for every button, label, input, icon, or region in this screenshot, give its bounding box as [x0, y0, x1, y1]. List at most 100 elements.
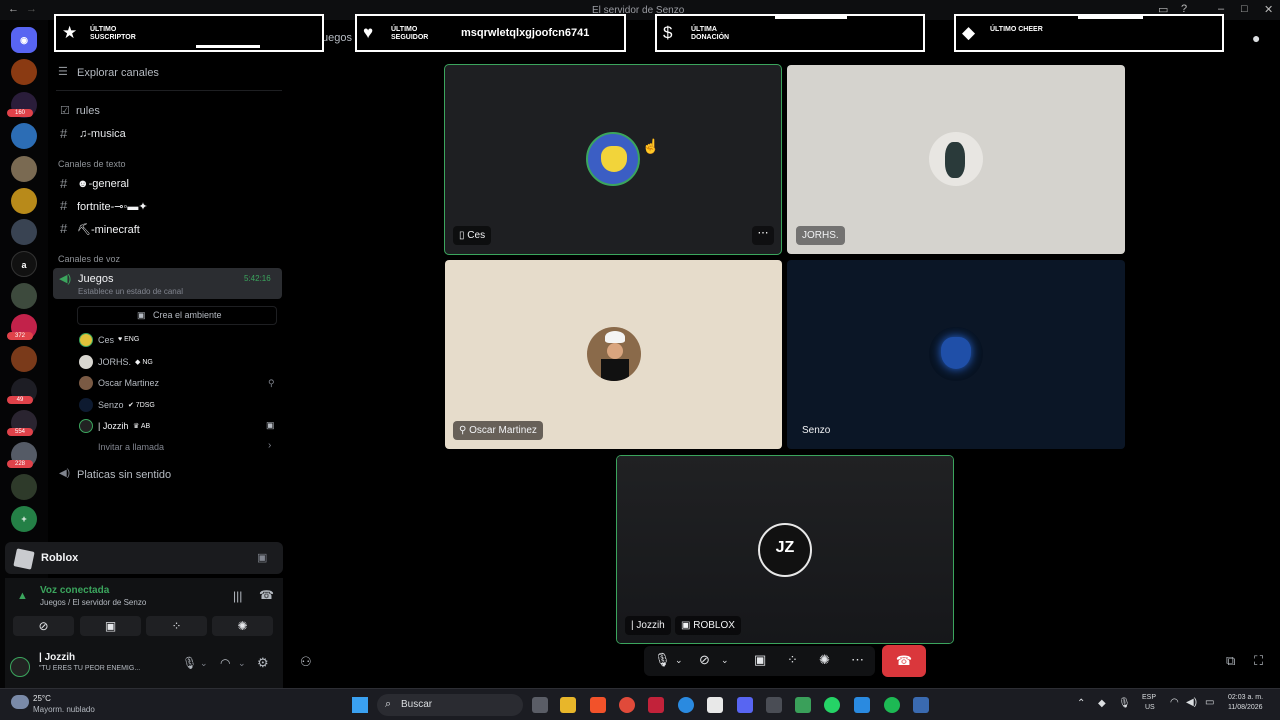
voice-channel-platicas[interactable]: Platicas sin sentido [77, 469, 171, 481]
explore-channels-link[interactable]: Explorar canales [77, 67, 159, 79]
server-icon[interactable] [11, 156, 37, 182]
microphone-icon[interactable]: 🎙 [182, 656, 197, 670]
clock-time[interactable]: 02:03 a. m. [1228, 694, 1263, 701]
weather-condition[interactable]: Mayorm. nublado [33, 705, 95, 714]
participant-tile-jorhs[interactable]: JORHS. [787, 65, 1125, 254]
app-icon[interactable] [913, 697, 929, 713]
server-letter-icon[interactable]: a [11, 251, 37, 277]
microphone-icon[interactable]: 🎙 [654, 652, 671, 668]
whatsapp-icon[interactable] [824, 697, 840, 713]
member-avatar [79, 419, 93, 433]
weather-icon[interactable] [11, 695, 29, 709]
chrome-icon[interactable] [619, 697, 635, 713]
screen-share-button[interactable]: ▣ [80, 616, 141, 636]
server-icon[interactable] [11, 123, 37, 149]
participant-tile-jozzih[interactable]: JZ | Jozzih ▣ ROBLOX [617, 456, 953, 643]
back-arrow-icon[interactable]: ← [8, 3, 19, 15]
task-view-icon[interactable] [532, 697, 548, 713]
volume-icon[interactable]: ◀) [1186, 697, 1197, 708]
compass-icon: ☰ [58, 66, 68, 78]
participant-tile-senzo[interactable]: Senzo [787, 260, 1125, 449]
user-avatar[interactable] [10, 657, 30, 677]
activity-panel[interactable]: Roblox ▣ [5, 542, 283, 574]
close-icon[interactable]: ✕ [1264, 3, 1273, 16]
server-icon[interactable] [11, 219, 37, 245]
chevron-down-icon[interactable]: ⌄ [238, 658, 246, 669]
store-icon[interactable] [707, 697, 723, 713]
server-icon[interactable] [11, 59, 37, 85]
member-jozzih[interactable]: | Jozzih [98, 421, 128, 431]
member-senzo[interactable]: Senzo [98, 400, 124, 410]
tray-chevron-up-icon[interactable]: ⌃ [1077, 698, 1085, 709]
channel-minecraft[interactable]: ⛏-minecraft [77, 223, 140, 236]
file-explorer-icon[interactable] [560, 697, 576, 713]
noise-suppression-icon[interactable]: ||| [233, 589, 242, 603]
fullscreen-icon[interactable]: ⛶ [1254, 653, 1263, 669]
adobe-icon[interactable] [648, 697, 664, 713]
settings-gear-icon[interactable]: ⚙ [257, 655, 269, 671]
edge-icon[interactable] [678, 697, 694, 713]
keyboard-layout[interactable]: US [1145, 704, 1155, 711]
member-oscar[interactable]: Oscar Martinez [98, 378, 159, 388]
camera-off-button[interactable]: ⊘ [13, 616, 74, 636]
more-options-icon[interactable]: ⋯ [851, 652, 864, 668]
brave-browser-icon[interactable] [590, 697, 606, 713]
voice-channel-juegos[interactable]: ◀) Juegos 5:42:16 Establece un estado de… [53, 268, 282, 299]
tray-app-icon[interactable]: ◆ [1098, 698, 1106, 709]
language-code[interactable]: ESP [1142, 694, 1156, 701]
member-ces[interactable]: Ces [98, 335, 114, 345]
participant-tile-ces[interactable]: ▯ Ces ⋯ [445, 65, 781, 254]
activity-popout-icon[interactable]: ▣ [257, 551, 267, 564]
server-icon[interactable] [11, 283, 37, 309]
activities-button[interactable]: ⁘ [146, 616, 207, 636]
chat-icon[interactable]: ● [1252, 30, 1260, 46]
app-icon[interactable] [854, 697, 870, 713]
maximize-icon[interactable]: □ [1241, 3, 1248, 15]
participant-name-tag: ▯ Ces [453, 226, 492, 245]
chevron-down-icon[interactable]: ⌄ [675, 655, 683, 666]
headphones-icon[interactable]: ◠ [220, 656, 230, 670]
weather-temperature[interactable]: 25°C [33, 694, 51, 703]
clock-date[interactable]: 11/08/2026 [1228, 704, 1263, 711]
tray-microphone-icon[interactable]: 🎙 [1118, 698, 1131, 709]
server-icon[interactable] [11, 346, 37, 372]
chevron-down-icon[interactable]: ⌄ [200, 658, 208, 669]
battery-icon[interactable]: ▭ [1205, 697, 1214, 708]
camera-off-icon[interactable]: ⊘ [699, 652, 710, 668]
create-ambience-button[interactable]: ▣ Crea el ambiente [77, 306, 277, 325]
chevron-down-icon[interactable]: ⌄ [721, 655, 729, 666]
hang-up-button[interactable]: ☎ [882, 645, 926, 677]
activities-icon[interactable]: ⁘ [787, 652, 798, 668]
invite-to-call[interactable]: Invitar a llamada [98, 442, 164, 452]
channel-status[interactable]: Establece un estado de canal [78, 287, 183, 296]
discord-taskbar-icon[interactable] [737, 697, 753, 713]
taskbar-search-box[interactable]: ⌕ Buscar [377, 694, 523, 716]
soundboard-button[interactable]: ✺ [212, 616, 273, 636]
more-options-icon[interactable]: ⋯ [752, 226, 774, 245]
channel-rules[interactable]: rules [76, 105, 100, 117]
forward-arrow-icon[interactable]: → [26, 3, 37, 15]
wifi-icon[interactable]: ◠ [1170, 697, 1179, 708]
member-jorhs[interactable]: JORHS. [98, 357, 131, 367]
spotify-icon[interactable] [884, 697, 900, 713]
windows-start-icon[interactable] [352, 697, 368, 713]
text-channels-category[interactable]: Canales de texto [58, 159, 126, 169]
disconnect-icon[interactable]: ☎ [259, 588, 274, 602]
add-server-icon[interactable]: + [11, 506, 37, 532]
screen-share-icon[interactable]: ▣ [754, 652, 766, 668]
server-icon[interactable] [11, 474, 37, 500]
popout-icon[interactable]: ⧉ [1226, 653, 1235, 669]
server-icon[interactable] [11, 188, 37, 214]
channel-fortnite[interactable]: fortnite-⊸◦▬✦ [77, 200, 148, 213]
soundboard-icon[interactable]: ✺ [819, 652, 830, 668]
participant-name-tag: | Jozzih [625, 616, 671, 635]
voice-connected-status[interactable]: Voz conectada [40, 585, 109, 596]
voice-channels-category[interactable]: Canales de voz [58, 254, 120, 264]
channel-general[interactable]: ☻-general [77, 178, 129, 190]
channel-musica[interactable]: ♫-musica [79, 128, 126, 140]
add-user-icon[interactable]: ⚇ [300, 654, 312, 670]
discord-home-icon[interactable]: ◉ [11, 27, 37, 53]
app-icon[interactable] [795, 697, 811, 713]
participant-tile-oscar[interactable]: ⚲ Oscar Martinez [445, 260, 782, 449]
app-icon[interactable] [766, 697, 782, 713]
